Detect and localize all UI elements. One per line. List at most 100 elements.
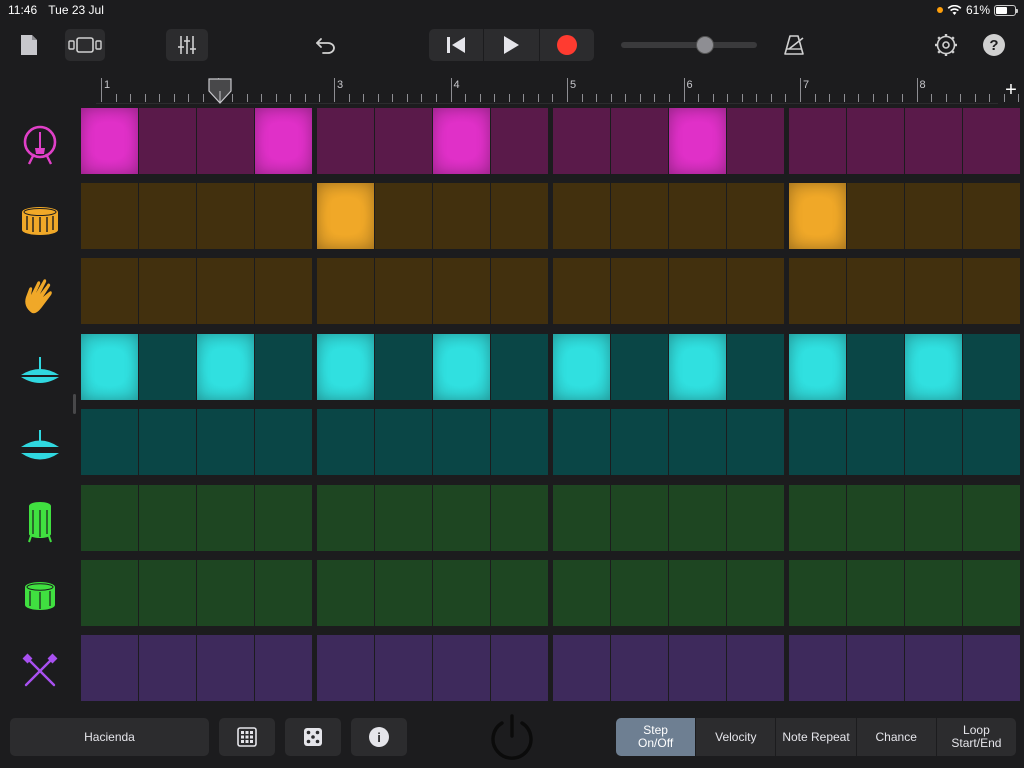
step-pad-off[interactable] [963, 409, 1020, 475]
step-pad-off[interactable] [963, 108, 1020, 174]
step-pad-off[interactable] [255, 485, 312, 551]
step-pad-off[interactable] [611, 409, 668, 475]
step-pad-off[interactable] [727, 258, 784, 324]
step-pad-on[interactable] [669, 334, 726, 400]
step-pad-off[interactable] [611, 560, 668, 626]
step-pad-off[interactable] [197, 635, 254, 701]
step-pad-off[interactable] [139, 409, 196, 475]
step-pad-off[interactable] [255, 409, 312, 475]
step-pad-off[interactable] [905, 258, 962, 324]
step-pad-off[interactable] [81, 485, 138, 551]
step-pad-off[interactable] [611, 334, 668, 400]
step-pad-off[interactable] [963, 635, 1020, 701]
step-pad-off[interactable] [789, 108, 846, 174]
track-header-open-hi-hat[interactable] [0, 408, 80, 483]
record-button[interactable] [540, 29, 594, 61]
step-pad-off[interactable] [963, 485, 1020, 551]
step-pad-off[interactable] [433, 635, 490, 701]
step-pad-off[interactable] [255, 334, 312, 400]
step-pad-off[interactable] [375, 258, 432, 324]
mixer-button[interactable] [166, 29, 208, 61]
step-pad-off[interactable] [139, 183, 196, 249]
step-pad-off[interactable] [611, 183, 668, 249]
step-pad-off[interactable] [255, 258, 312, 324]
add-track-button[interactable]: + [998, 76, 1024, 104]
step-pad-off[interactable] [491, 409, 548, 475]
step-pad-off[interactable] [553, 258, 610, 324]
step-pad-off[interactable] [669, 183, 726, 249]
step-pad-off[interactable] [491, 108, 548, 174]
step-pad-off[interactable] [553, 560, 610, 626]
document-button[interactable] [14, 29, 44, 61]
step-pad-off[interactable] [669, 258, 726, 324]
step-pad-off[interactable] [789, 409, 846, 475]
step-pad-off[interactable] [375, 560, 432, 626]
step-pad-off[interactable] [197, 108, 254, 174]
step-pad-off[interactable] [727, 560, 784, 626]
step-pad-off[interactable] [553, 635, 610, 701]
step-pad-off[interactable] [905, 485, 962, 551]
step-pad-off[interactable] [847, 560, 904, 626]
metronome-button[interactable] [778, 29, 810, 61]
step-pad-off[interactable] [197, 409, 254, 475]
mode-loop-start-end[interactable]: Loop Start/End [937, 718, 1016, 756]
step-pad-off[interactable] [847, 334, 904, 400]
step-pad-on[interactable] [81, 108, 138, 174]
step-pad-off[interactable] [433, 409, 490, 475]
step-pad-off[interactable] [197, 485, 254, 551]
step-pad-off[interactable] [553, 485, 610, 551]
step-pad-on[interactable] [255, 108, 312, 174]
step-pad-off[interactable] [139, 334, 196, 400]
step-pad-on[interactable] [789, 183, 846, 249]
mode-step-on-off[interactable]: Step On/Off [616, 718, 697, 756]
step-pad-off[interactable] [727, 409, 784, 475]
track-header-floor-tom[interactable] [0, 483, 80, 558]
step-pad-off[interactable] [847, 485, 904, 551]
step-pad-off[interactable] [255, 560, 312, 626]
step-pad-off[interactable] [727, 108, 784, 174]
go-to-beginning-button[interactable] [429, 29, 485, 61]
step-pad-off[interactable] [669, 485, 726, 551]
play-button[interactable] [484, 29, 540, 61]
step-pad-on[interactable] [317, 334, 374, 400]
step-pad-on[interactable] [433, 108, 490, 174]
step-pad-off[interactable] [81, 560, 138, 626]
step-pad-off[interactable] [727, 183, 784, 249]
step-pad-off[interactable] [789, 258, 846, 324]
step-pad-off[interactable] [375, 108, 432, 174]
tracks-view-button[interactable] [65, 29, 105, 61]
step-pad-on[interactable] [789, 334, 846, 400]
step-pad-off[interactable] [789, 635, 846, 701]
step-pad-off[interactable] [433, 183, 490, 249]
step-pad-off[interactable] [139, 560, 196, 626]
step-pad-on[interactable] [905, 334, 962, 400]
track-header-rack-tom[interactable] [0, 558, 80, 633]
step-pad-off[interactable] [553, 409, 610, 475]
step-pad-off[interactable] [727, 334, 784, 400]
step-pad-off[interactable] [81, 409, 138, 475]
step-pad-off[interactable] [905, 560, 962, 626]
info-button[interactable]: i [351, 718, 407, 756]
step-pad-off[interactable] [491, 258, 548, 324]
drum-kit-selector[interactable]: Hacienda [10, 718, 209, 756]
playhead-icon[interactable] [208, 78, 232, 104]
step-pad-off[interactable] [197, 183, 254, 249]
step-pad-on[interactable] [317, 183, 374, 249]
mode-velocity[interactable]: Velocity [696, 718, 777, 756]
step-pad-off[interactable] [433, 485, 490, 551]
step-pad-off[interactable] [139, 485, 196, 551]
step-pad-off[interactable] [433, 560, 490, 626]
step-pad-on[interactable] [81, 334, 138, 400]
step-pad-off[interactable] [317, 409, 374, 475]
step-pad-off[interactable] [375, 334, 432, 400]
step-pad-off[interactable] [553, 183, 610, 249]
step-pad-off[interactable] [963, 334, 1020, 400]
volume-knob[interactable] [696, 36, 715, 54]
step-pad-off[interactable] [847, 409, 904, 475]
step-pad-off[interactable] [375, 635, 432, 701]
step-pad-off[interactable] [255, 183, 312, 249]
step-pad-off[interactable] [317, 485, 374, 551]
step-pad-off[interactable] [963, 183, 1020, 249]
step-pad-off[interactable] [905, 183, 962, 249]
step-pad-off[interactable] [197, 560, 254, 626]
